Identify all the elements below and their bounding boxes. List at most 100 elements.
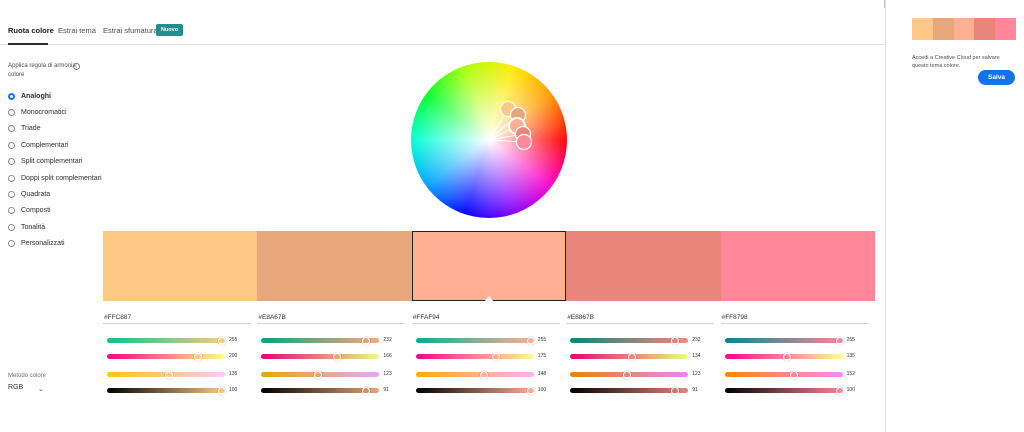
- slider-track[interactable]: [107, 338, 225, 343]
- slider-track[interactable]: [415, 354, 534, 359]
- slider-thumb[interactable]: [491, 352, 500, 361]
- slider-value[interactable]: 100: [229, 387, 237, 393]
- harmony-option[interactable]: Personalizzati: [8, 236, 102, 252]
- new-badge: Nuovo: [156, 24, 183, 36]
- red-slider: 255: [415, 336, 556, 345]
- slider-value[interactable]: 148: [538, 371, 546, 377]
- slider-thumb[interactable]: [526, 336, 535, 345]
- slider-value[interactable]: 91: [692, 387, 698, 393]
- color-swatch[interactable]: [566, 231, 721, 301]
- slider-value[interactable]: 175: [538, 353, 546, 359]
- slider-thumb[interactable]: [218, 336, 226, 345]
- slider-track[interactable]: [415, 372, 534, 377]
- tab-color-wheel[interactable]: Ruota colore: [8, 26, 54, 35]
- harmony-option[interactable]: Split complementari: [8, 154, 102, 170]
- red-slider: 232: [261, 336, 401, 345]
- slider-track[interactable]: [107, 388, 225, 393]
- radio-button[interactable]: [8, 125, 15, 133]
- color-swatch[interactable]: [720, 231, 876, 301]
- hex-input[interactable]: #FFC887: [103, 312, 251, 324]
- harmony-option[interactable]: Analoghi: [8, 88, 102, 104]
- slider-value[interactable]: 123: [692, 371, 700, 377]
- slider-thumb[interactable]: [362, 386, 371, 395]
- radio-button[interactable]: [8, 240, 15, 248]
- slider-thumb[interactable]: [782, 352, 791, 361]
- red-slider: 255: [724, 336, 865, 345]
- slider-track[interactable]: [724, 388, 843, 393]
- slider-track[interactable]: [415, 338, 534, 343]
- radio-button[interactable]: [8, 109, 15, 117]
- harmony-option[interactable]: Doppi split complementari: [8, 170, 102, 186]
- harmony-option[interactable]: Composti: [8, 203, 102, 219]
- radio-button[interactable]: [8, 141, 15, 149]
- slider-value[interactable]: 232: [692, 337, 700, 343]
- slider-thumb[interactable]: [333, 352, 342, 361]
- radio-button[interactable]: [8, 92, 15, 100]
- slider-thumb[interactable]: [165, 370, 174, 379]
- radio-button[interactable]: [8, 207, 15, 215]
- slider-thumb[interactable]: [193, 352, 202, 361]
- color-swatch[interactable]: [103, 231, 258, 301]
- slider-value[interactable]: 135: [847, 353, 855, 359]
- slider-value[interactable]: 152: [847, 371, 855, 377]
- slider-value[interactable]: 232: [383, 337, 391, 343]
- radio-button[interactable]: [8, 174, 15, 182]
- slider-value[interactable]: 255: [538, 337, 546, 343]
- hex-input[interactable]: #E8A67B: [257, 312, 406, 324]
- radio-button[interactable]: [8, 158, 15, 166]
- slider-thumb[interactable]: [362, 336, 371, 345]
- slider-value[interactable]: 255: [229, 337, 237, 343]
- slider-track[interactable]: [261, 354, 380, 359]
- color-wheel[interactable]: [411, 62, 567, 218]
- harmony-rule-options: Analoghi Monocromatici Triade Complementari…: [8, 88, 102, 252]
- slider-thumb[interactable]: [835, 386, 844, 395]
- slider-value[interactable]: 200: [229, 353, 237, 359]
- color-column: #FFC887 255 200 135 100: [103, 312, 251, 395]
- theme-preview-swatch: [912, 18, 933, 40]
- tab-extract-theme[interactable]: Estrai tema: [58, 26, 96, 35]
- slider-thumb[interactable]: [623, 370, 632, 379]
- slider-value[interactable]: 100: [847, 387, 855, 393]
- slider-thumb[interactable]: [218, 386, 226, 395]
- slider-value[interactable]: 100: [538, 387, 546, 393]
- info-icon[interactable]: i: [73, 63, 80, 70]
- hex-input[interactable]: #E8867B: [566, 312, 715, 324]
- slider-thumb[interactable]: [790, 370, 799, 379]
- radio-button[interactable]: [8, 223, 15, 231]
- slider-value[interactable]: 255: [847, 337, 855, 343]
- hex-input[interactable]: #FFAF94: [411, 312, 560, 324]
- harmony-option[interactable]: Quadrata: [8, 186, 102, 202]
- wheel-color-handle[interactable]: [515, 133, 533, 151]
- slider-thumb[interactable]: [526, 386, 535, 395]
- harmony-option[interactable]: Monocromatici: [8, 104, 102, 120]
- slider-thumb[interactable]: [671, 386, 680, 395]
- slider-value[interactable]: 134: [692, 353, 700, 359]
- tab-extract-gradient[interactable]: Estrai sfumatura: [103, 26, 158, 35]
- save-button[interactable]: Salva: [978, 70, 1015, 85]
- slider-thumb[interactable]: [628, 352, 637, 361]
- hex-input[interactable]: #FF8798: [720, 312, 869, 324]
- color-swatch[interactable]: [257, 231, 412, 301]
- harmony-option[interactable]: Complementari: [8, 137, 102, 153]
- slider-value[interactable]: 135: [229, 371, 237, 377]
- slider-thumb[interactable]: [835, 336, 844, 345]
- color-method-select[interactable]: RGB ⌄: [8, 384, 48, 396]
- color-swatch[interactable]: [411, 231, 567, 301]
- slider-value[interactable]: 166: [383, 353, 391, 359]
- harmony-option-label: Tonalità: [21, 223, 46, 231]
- slider-track[interactable]: [107, 354, 225, 359]
- slider-thumb[interactable]: [479, 370, 488, 379]
- harmony-option[interactable]: Triade: [8, 121, 102, 137]
- slider-track[interactable]: [724, 372, 843, 377]
- theme-preview-swatch: [974, 18, 996, 40]
- harmony-option[interactable]: Tonalità: [8, 219, 102, 235]
- slider-thumb[interactable]: [671, 336, 680, 345]
- radio-button[interactable]: [8, 191, 15, 199]
- slider-value[interactable]: 91: [383, 387, 389, 393]
- slider-thumb[interactable]: [314, 370, 323, 379]
- green-slider: 135: [724, 352, 865, 361]
- slider-value[interactable]: 123: [383, 371, 391, 377]
- slider-track[interactable]: [724, 338, 843, 343]
- slider-track[interactable]: [415, 388, 534, 393]
- harmony-option-label: Complementari: [21, 141, 69, 149]
